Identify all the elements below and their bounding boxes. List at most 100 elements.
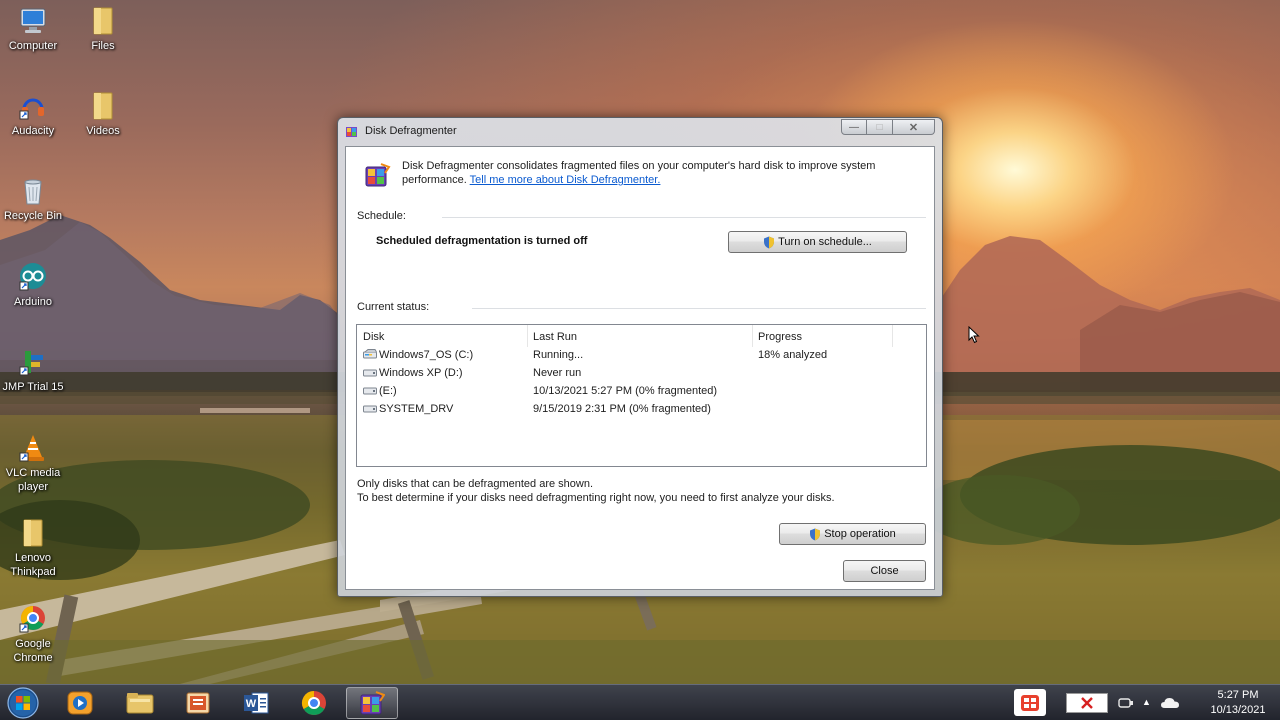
desktop-icon-label: Google Chrome [13,638,53,664]
desktop-icon-jmp[interactable]: JMP Trial 15 [0,347,66,394]
disk-last-run: Running... [533,349,584,361]
show-hidden-icons-arrow-icon[interactable]: ▲ [1142,697,1152,709]
disk-name: SYSTEM_DRV [379,403,454,415]
explorer-folder-icon [126,693,154,714]
defrag-icon [360,691,385,715]
disk-list[interactable]: Disk Last Run Progress Windows7_OS (C:) … [356,324,927,467]
column-progress[interactable]: Progress [758,331,802,343]
disk-row[interactable]: Windows7_OS (C:) Running... 18% analyzed [357,347,926,365]
column-separator[interactable] [752,325,753,347]
disk-row[interactable]: Windows XP (D:) Never run [357,365,926,383]
drive-icon [363,367,377,377]
maximize-button: □ [867,119,893,135]
cloud-icon[interactable] [1160,695,1180,711]
minimize-button[interactable]: — [841,119,867,135]
taskbar: W ▲ 5:27 PM 10/13/2021 [0,684,1280,720]
window-title: Disk Defragmenter [365,125,457,137]
taskbar-google-chrome[interactable] [288,687,340,719]
disk-row[interactable]: (E:) 10/13/2021 5:27 PM (0% fragmented) [357,383,926,401]
current-status-label: Current status: [357,301,430,313]
schedule-status: Scheduled defragmentation is turned off [376,235,588,247]
schedule-divider [442,217,926,218]
column-separator[interactable] [892,325,893,347]
desktop-icon-label: JMP Trial 15 [2,381,64,393]
chrome-icon [18,604,48,634]
clock-date: 10/13/2021 [1210,704,1266,716]
desktop-icon-label: Recycle Bin [3,210,63,222]
clock-time: 5:27 PM [1217,689,1259,701]
recycle-bin-icon [18,176,48,206]
tray-notification-button[interactable] [1066,693,1108,713]
drive-icon [363,403,377,413]
tray-app-button[interactable] [1014,689,1046,716]
media-player-icon [67,691,93,715]
taskbar-media-player[interactable] [54,687,106,719]
desktop-icon-label: Audacity [11,125,55,137]
intro-description: Disk Defragmenter consolidates fragmente… [402,159,912,187]
column-separator[interactable] [527,325,528,347]
chrome-icon [301,691,326,716]
taskbar-microsoft-word[interactable]: W [230,687,282,719]
disk-name: Windows7_OS (C:) [379,349,474,361]
taskbar-windows-explorer[interactable] [114,687,166,719]
uac-shield-icon [809,528,821,541]
desktop-icon-label: Lenovo Thinkpad [10,552,56,578]
stop-operation-label: Stop operation [824,528,896,540]
info-note-shown-disks: Only disks that can be defragmented are … [357,478,594,490]
red-x-icon [1081,697,1093,709]
defrag-app-icon [345,124,359,138]
system-drive-icon [363,349,377,359]
stop-operation-button[interactable]: Stop operation [779,523,926,545]
arduino-icon [18,262,48,292]
desktop-icon-lenovo[interactable]: Lenovo Thinkpad [0,518,66,579]
desktop-icon-label: Arduino [14,296,52,308]
disk-name: (E:) [379,385,397,397]
desktop-icon-arduino[interactable]: Arduino [0,262,66,309]
desktop-icon-computer[interactable]: Computer [0,6,66,53]
mouse-pointer-icon [968,325,980,344]
title-bar[interactable]: Disk Defragmenter — □ ✕ [338,118,942,144]
folder-icon [88,6,118,36]
turn-on-schedule-button[interactable]: Turn on schedule... [728,231,907,253]
desktop-icon-recycle-bin[interactable]: Recycle Bin [0,176,66,223]
close-window-button[interactable]: ✕ [893,119,935,135]
folder-icon [18,518,48,548]
clock[interactable]: 5:27 PM 10/13/2021 [1208,688,1268,718]
learn-more-link[interactable]: Tell me more about Disk Defragmenter. [470,174,661,186]
folder-icon [88,91,118,121]
taskbar-disk-defragmenter[interactable] [346,687,398,719]
desktop-icon-chrome[interactable]: Google Chrome [0,604,66,665]
minimize-icon: — [849,121,859,133]
disk-name: Windows XP (D:) [379,367,463,379]
status-divider [472,308,926,309]
maximize-icon: □ [876,121,883,133]
jmp-icon [18,347,48,377]
disk-last-run: 9/15/2019 2:31 PM (0% fragmented) [533,403,711,415]
desktop-icon-label: Computer [8,40,58,52]
tray-power-icon[interactable] [1118,695,1134,711]
vlc-cone-icon [18,433,48,463]
uac-shield-icon [763,236,775,249]
taskbar-office-app[interactable] [172,687,224,719]
start-button[interactable] [4,686,42,720]
desktop-icon-videos[interactable]: Videos [70,91,136,138]
disk-row[interactable]: SYSTEM_DRV 9/15/2019 2:31 PM (0% fragmen… [357,401,926,419]
desktop-icon-label: Files [91,40,115,52]
column-last-run[interactable]: Last Run [533,331,577,343]
desktop-icon-files[interactable]: Files [70,6,136,53]
turn-on-schedule-label: Turn on schedule... [778,236,872,248]
desktop-icon-vlc[interactable]: VLC media player [0,433,66,494]
disk-last-run: 10/13/2021 5:27 PM (0% fragmented) [533,385,718,397]
desktop-icon-label: Videos [86,125,120,137]
defrag-icon [363,161,391,189]
computer-icon [18,6,48,36]
word-icon: W [244,692,269,714]
column-disk[interactable]: Disk [363,331,384,343]
schedule-label: Schedule: [357,210,406,222]
disk-list-header: Disk Last Run Progress [357,325,926,347]
close-button[interactable]: Close [843,560,926,582]
desktop-icon-audacity[interactable]: Audacity [0,91,66,138]
disk-progress: 18% analyzed [758,349,828,361]
drive-icon [363,385,377,395]
dialog-content: Disk Defragmenter consolidates fragmente… [345,146,935,590]
